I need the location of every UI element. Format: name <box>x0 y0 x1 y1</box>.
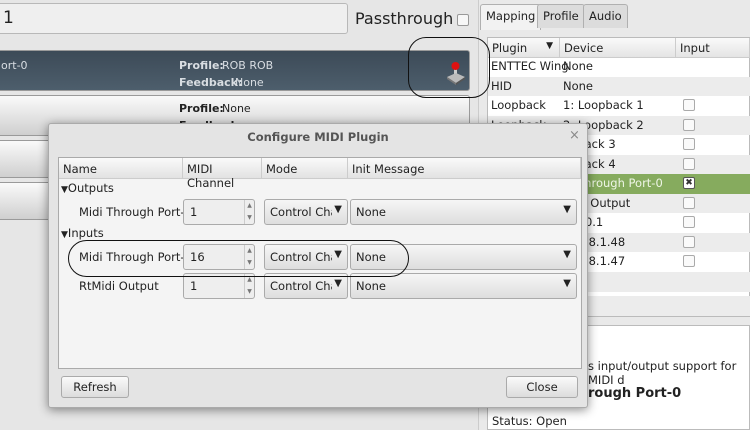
profile-label: Profile: <box>179 59 224 72</box>
channel-value: 1 <box>190 205 198 219</box>
plugin-cell: ENTTEC Wing <box>491 59 569 73</box>
column-input[interactable]: Input <box>676 38 750 58</box>
tab-audio[interactable]: Audio <box>583 4 628 28</box>
input-checkbox[interactable] <box>683 216 695 228</box>
column-mode[interactable]: Mode <box>262 158 348 179</box>
group-label: Inputs <box>67 226 104 240</box>
chevron-down-icon: ▼ <box>563 204 571 215</box>
plugin-cell: HID <box>491 78 512 93</box>
dialog-title: Configure MIDI Plugin <box>247 130 389 144</box>
device-cell: None <box>563 59 594 73</box>
spin-arrows-icon[interactable]: ▲ ▼ <box>244 274 254 298</box>
profile-value: ROB ROB <box>222 59 274 72</box>
input-checkbox[interactable] <box>683 255 695 267</box>
group-label: Outputs <box>67 181 114 195</box>
device-cell: 1: Loopback 1 <box>563 98 644 112</box>
init-value: None <box>356 205 387 219</box>
input-checkbox[interactable]: ✖ <box>683 177 695 189</box>
mode-value: Control Char <box>270 205 332 219</box>
expand-arrow-icon: ▼ <box>61 185 68 195</box>
init-message-combo[interactable]: None ▼ <box>350 199 577 225</box>
close-button[interactable]: Close <box>506 376 578 398</box>
spin-arrows-icon[interactable]: ▲ ▼ <box>244 200 254 224</box>
mode-value: Control Char <box>270 279 332 293</box>
input-checkbox[interactable] <box>683 235 695 248</box>
universe-name-input[interactable]: 1 <box>0 3 348 34</box>
input-checkbox[interactable] <box>683 157 695 170</box>
device-cell: None <box>563 78 594 93</box>
channel-value: 1 <box>190 279 198 293</box>
table-row[interactable]: Loopback 1: Loopback 1 <box>488 96 750 116</box>
profile-value: None <box>222 102 251 115</box>
bar-device-name: ort-0 <box>1 59 28 72</box>
refresh-button[interactable]: Refresh <box>61 376 129 398</box>
column-init-message[interactable]: Init Message <box>348 158 581 179</box>
device-status: Status: Open <box>492 414 567 428</box>
port-name: Midi Through Port-0 <box>79 205 192 219</box>
table-row[interactable]: HID None <box>488 76 750 96</box>
tab-profile[interactable]: Profile <box>537 4 585 28</box>
close-icon[interactable]: × <box>569 128 580 143</box>
input-checkbox[interactable] <box>683 99 695 111</box>
plugin-description: s input/output support for MIDI d <box>588 359 737 387</box>
column-midi-channel[interactable]: MIDI Channel <box>183 158 262 190</box>
profile-label: Profile: <box>179 102 224 115</box>
annotation-ellipse <box>408 37 490 98</box>
tab-mapping[interactable]: Mapping <box>480 4 542 30</box>
universe-bar-selected[interactable]: ort-0 Profile: ROB ROB Feedback: None <box>0 50 470 91</box>
chevron-down-icon: ▼ <box>334 204 342 215</box>
feedback-value: None <box>235 76 264 89</box>
sort-icon: ▼ <box>546 41 553 51</box>
device-name: rough Port-0 <box>588 386 682 401</box>
chevron-down-icon: ▼ <box>563 249 571 260</box>
passthrough-checkbox[interactable] <box>457 14 469 26</box>
plugin-cell: Loopback <box>491 98 546 112</box>
chevron-down-icon: ▼ <box>563 278 571 289</box>
inputs-group[interactable]: ▼Inputs <box>61 226 104 240</box>
passthrough-label: Passthrough <box>355 9 454 28</box>
outputs-group[interactable]: ▼Outputs <box>61 181 114 195</box>
init-value: None <box>356 279 387 293</box>
table-row[interactable]: ENTTEC Wing None <box>488 57 750 77</box>
input-checkbox[interactable] <box>683 118 695 131</box>
annotation-ellipse <box>68 240 409 277</box>
mode-combo[interactable]: Control Char▼ <box>264 199 348 225</box>
feedback-label: Feedback: <box>179 76 243 89</box>
midi-channel-spinbox[interactable]: 1 ▲ ▼ <box>183 199 255 225</box>
column-name[interactable]: Name <box>59 158 183 179</box>
port-name: RtMidi Output <box>79 279 159 293</box>
expand-arrow-icon: ▼ <box>61 230 68 240</box>
column-plugin[interactable]: Plugin ▼ <box>488 38 560 58</box>
input-checkbox[interactable] <box>683 138 695 150</box>
column-device[interactable]: Device <box>560 38 676 58</box>
column-label: Plugin <box>492 41 528 55</box>
input-checkbox[interactable] <box>683 196 695 209</box>
chevron-down-icon: ▼ <box>334 278 342 289</box>
